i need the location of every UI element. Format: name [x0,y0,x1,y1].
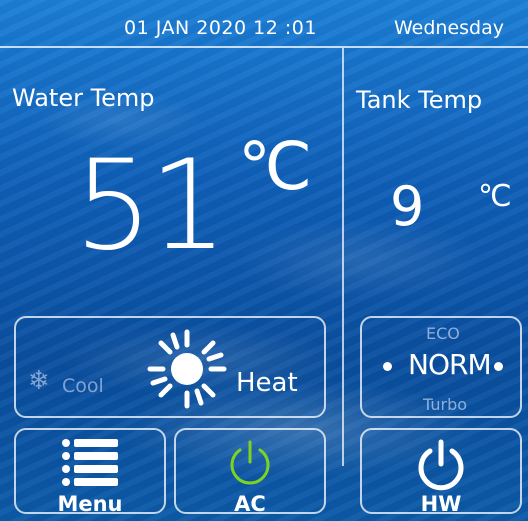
menu-button-label: Menu [57,492,123,516]
sun-icon[interactable] [146,328,228,410]
panel-divider [342,48,344,466]
water-temp-label: Water Temp [12,84,155,112]
water-temp-unit: ℃ [238,128,313,205]
norm-option[interactable]: NORM [408,348,492,381]
water-temp-value: 51 [74,134,228,278]
turbo-option[interactable]: Turbo [423,395,467,414]
thermostat-screen: 01 JAN 2020 12 :01 Wednesday Water Temp … [0,0,528,521]
datetime-text: 01 JAN 2020 12 :01 [124,17,317,39]
tank-temp-label: Tank Temp [356,86,483,114]
cool-mode-label[interactable]: Cool [62,375,104,397]
hw-button-label: HW [420,492,462,516]
tank-temp-unit: ℃ [478,179,512,214]
tank-temp-value: 9 [390,175,425,238]
header-divider [0,46,528,48]
power-icon [230,440,270,485]
selector-dot-right [494,362,503,371]
weekday-text: Wednesday [394,17,505,39]
snowflake-icon[interactable]: ❄ [28,366,50,396]
list-icon [62,439,118,486]
status-bar: 01 JAN 2020 12 :01 Wednesday [0,0,528,46]
selector-dot-left [383,362,392,371]
heat-mode-label[interactable]: Heat [236,368,298,398]
eco-option[interactable]: ECO [426,324,460,343]
ac-button-label: AC [234,492,266,516]
power-icon [418,439,464,491]
menu-button[interactable]: Menu [14,428,166,516]
hw-button[interactable]: HW [360,428,522,516]
ac-button[interactable]: AC [174,428,326,516]
